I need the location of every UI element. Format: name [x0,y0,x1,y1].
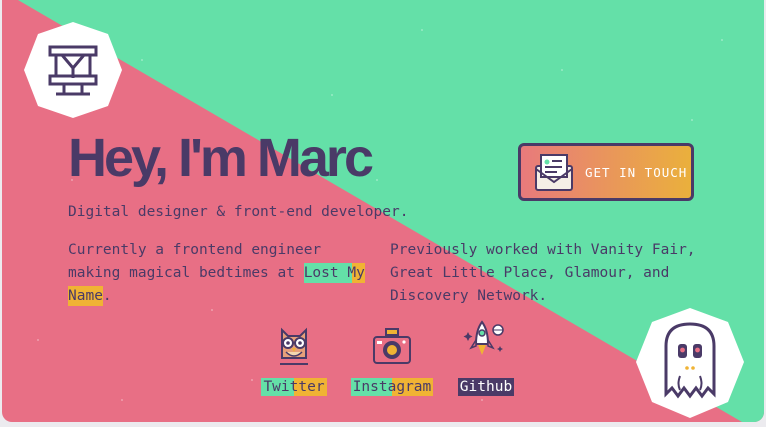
rocket-icon [463,320,504,355]
mascot-badge [636,308,744,418]
twitter-link[interactable]: Twitter [261,378,327,396]
github-link[interactable]: Github [457,378,515,396]
social-twitter: Twitter [254,326,334,396]
social-instagram: Instagram [346,326,438,396]
get-in-touch-button[interactable]: GET IN TOUCH [518,143,694,201]
ghost-icon [664,322,716,399]
camera-icon [373,328,411,364]
intro-current: Currently a frontend engineer making mag… [68,239,368,308]
logo-badge[interactable] [22,20,124,120]
intro-previous: Previously worked with Vanity Fair, Grea… [390,242,696,304]
social-github: Github [450,318,522,396]
subtitle: Digital designer & front-end developer. [68,204,409,220]
envelope-letter-icon [535,154,573,191]
owl-icon [280,327,308,365]
page-frame: Hey, I'm Marc Digital designer & front-e… [2,0,764,422]
intro-current-suffix: . [102,288,112,304]
instagram-link[interactable]: Instagram [350,378,434,396]
get-in-touch-label: GET IN TOUCH [585,164,688,180]
intro-current-text: Currently a frontend engineer making mag… [68,242,322,281]
page-title: Hey, I'm Marc [68,128,374,188]
